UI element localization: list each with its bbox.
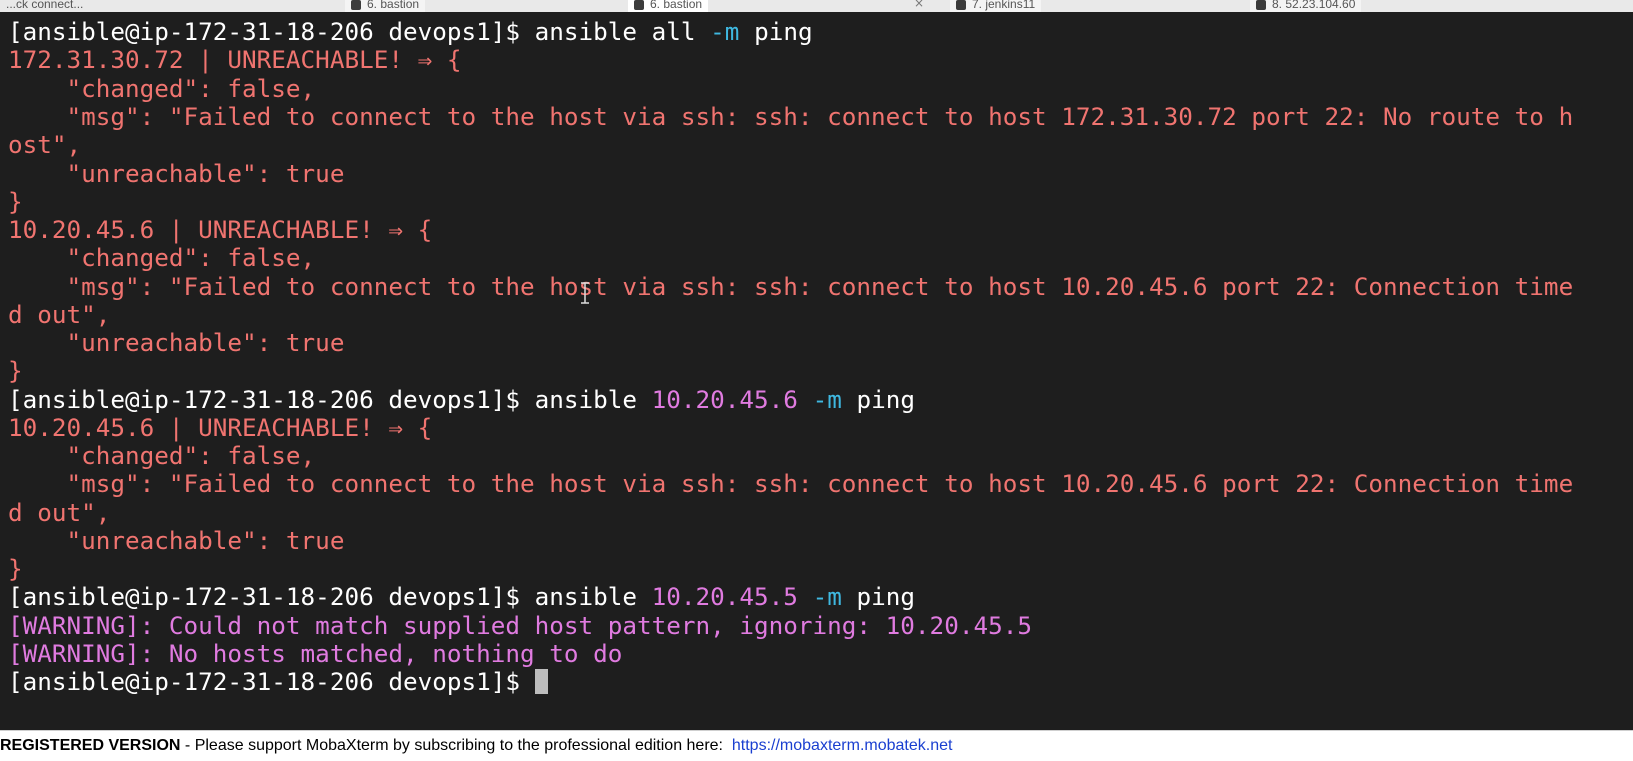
output-line: "changed": false, xyxy=(8,441,316,470)
shell-prompt: [ansible@ip-172-31-18-206 devops1]$ xyxy=(8,582,535,611)
output-line: "changed": false, xyxy=(8,243,316,272)
terminal-icon xyxy=(351,0,361,10)
status-message: Please support MobaXterm by subscribing … xyxy=(194,737,723,754)
terminal-icon xyxy=(956,0,966,10)
output-line: "unreachable": true xyxy=(8,328,345,357)
command-flag: -m xyxy=(812,385,842,414)
terminal-window[interactable]: [ansible@ip-172-31-18-206 devops1]$ ansi… xyxy=(0,12,1633,730)
browser-tab[interactable]: ...ck connect... xyxy=(0,0,89,12)
output-line: } xyxy=(8,187,23,216)
terminal-input-line[interactable]: [ansible@ip-172-31-18-206 devops1]$ xyxy=(8,667,548,696)
ibeam-cursor-icon xyxy=(581,282,589,304)
output-line: "msg": "Failed to connect to the host vi… xyxy=(8,469,1574,498)
command-host: 10.20.45.5 xyxy=(651,582,798,611)
output-line: d out", xyxy=(8,498,111,527)
terminal-command-line: [ansible@ip-172-31-18-206 devops1]$ ansi… xyxy=(8,582,915,611)
output-line: ost", xyxy=(8,130,82,159)
browser-tab-active[interactable]: 6. bastion xyxy=(628,0,709,12)
terminal-icon xyxy=(1256,0,1266,10)
terminal-icon xyxy=(634,0,644,10)
command-flag: -m xyxy=(812,582,842,611)
warning-line: [WARNING]: Could not match supplied host… xyxy=(8,611,1032,640)
output-line: "unreachable": true xyxy=(8,159,345,188)
command-flag: -m xyxy=(710,17,740,46)
status-bar: REGISTERED VERSION - Please support Moba… xyxy=(0,730,1633,761)
status-separator: - xyxy=(180,737,195,754)
command-module: ping xyxy=(754,17,813,46)
output-line: "msg": "Failed to connect to the host vi… xyxy=(8,272,1574,301)
command-module: ping xyxy=(856,385,915,414)
output-line: "unreachable": true xyxy=(8,526,345,555)
command-text: ansible xyxy=(534,582,638,611)
output-line: } xyxy=(8,554,23,583)
browser-tab[interactable]: 7. jenkins11 xyxy=(950,0,1042,12)
shell-prompt: [ansible@ip-172-31-18-206 devops1]$ xyxy=(8,667,535,696)
command-host: 10.20.45.6 xyxy=(651,385,798,414)
registered-version-label: REGISTERED VERSION xyxy=(0,737,181,754)
terminal-command-line: [ansible@ip-172-31-18-206 devops1]$ ansi… xyxy=(8,385,915,414)
browser-tab[interactable]: 6. bastion xyxy=(345,0,426,12)
browser-tab-strip: ...ck connect... 6. bastion 6. bastion ×… xyxy=(0,0,1633,12)
close-tab-icon[interactable]: × xyxy=(914,0,924,10)
warning-line: [WARNING]: No hosts matched, nothing to … xyxy=(8,639,623,668)
output-line: 172.31.30.72 | UNREACHABLE! ⇒ { xyxy=(8,45,462,74)
output-line: "msg": "Failed to connect to the host vi… xyxy=(8,102,1574,131)
browser-tab[interactable]: 8. 52.23.104.60 xyxy=(1250,0,1362,12)
shell-prompt: [ansible@ip-172-31-18-206 devops1]$ xyxy=(8,17,535,46)
command-text: ansible xyxy=(534,385,638,414)
output-line: } xyxy=(8,356,23,385)
output-line: "changed": false, xyxy=(8,74,316,103)
command-module: ping xyxy=(856,582,915,611)
mobaxterm-link[interactable]: https://mobaxterm.mobatek.net xyxy=(732,737,953,754)
output-line: d out", xyxy=(8,300,111,329)
output-line: 10.20.45.6 | UNREACHABLE! ⇒ { xyxy=(8,215,433,244)
output-line: 10.20.45.6 | UNREACHABLE! ⇒ { xyxy=(8,413,433,442)
terminal-command-line: [ansible@ip-172-31-18-206 devops1]$ ansi… xyxy=(8,17,813,46)
command-text: ansible all xyxy=(534,17,696,46)
text-cursor xyxy=(534,669,548,694)
shell-prompt: [ansible@ip-172-31-18-206 devops1]$ xyxy=(8,385,535,414)
